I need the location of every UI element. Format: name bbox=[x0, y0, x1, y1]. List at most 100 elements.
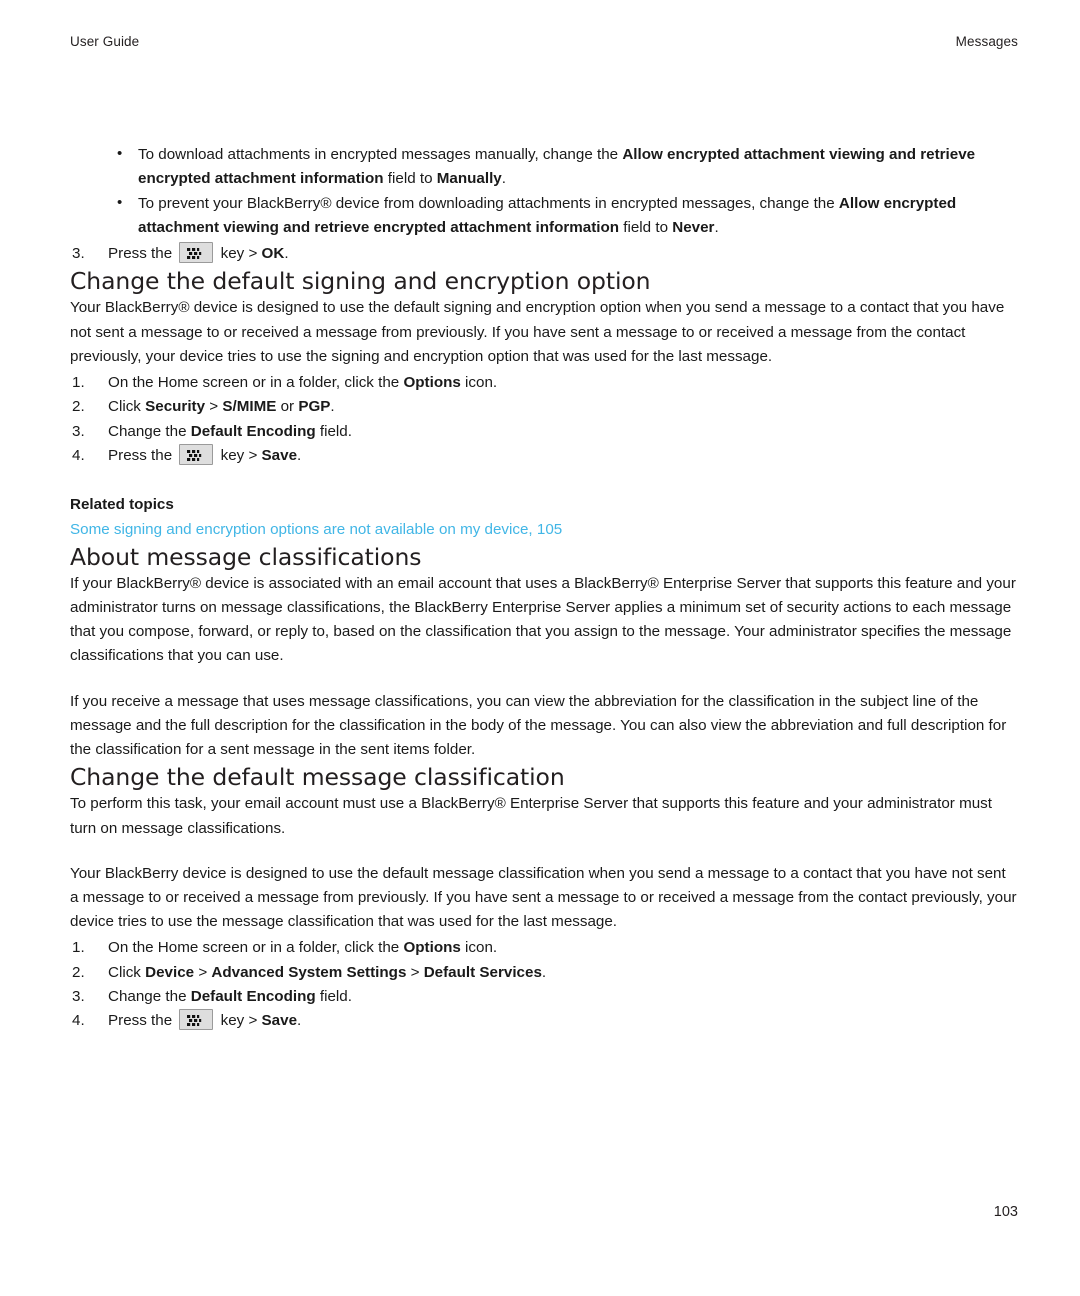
body-text: To prevent your BlackBerry® device from … bbox=[138, 194, 839, 212]
body-text: Change the bbox=[108, 987, 191, 1005]
step-item: 2. Click Device > Advanced System Setting… bbox=[70, 961, 1018, 985]
blackberry-menu-key-icon bbox=[179, 1009, 214, 1031]
step-number: 3. bbox=[72, 245, 85, 263]
emphasis-text: Security bbox=[145, 398, 206, 416]
step-number: 3. bbox=[72, 987, 85, 1005]
step-item: 3. Change the Default Encoding field. bbox=[70, 985, 1018, 1009]
emphasis-text: Default Services bbox=[423, 963, 542, 981]
body-paragraph: Your BlackBerry device is designed to us… bbox=[70, 862, 1018, 935]
body-text: Click bbox=[108, 963, 146, 981]
body-text: To download attachments in encrypted mes… bbox=[138, 146, 623, 163]
bullet-dot-icon: • bbox=[117, 145, 123, 162]
body-text: or bbox=[276, 398, 299, 416]
step-number: 2. bbox=[72, 398, 85, 416]
running-header-left: User Guide bbox=[70, 34, 140, 49]
body-text: Press the bbox=[108, 1012, 177, 1030]
top-bullet-block: • To download attachments in encrypted me… bbox=[111, 143, 1018, 240]
emphasis-text: Default Encoding bbox=[190, 422, 316, 440]
section-heading: About message classifications bbox=[70, 542, 422, 571]
body-text: If your BlackBerry® device is associated… bbox=[70, 574, 1016, 665]
body-text: icon. bbox=[460, 939, 498, 957]
body-paragraph: To perform this task, your email account… bbox=[70, 792, 1018, 840]
step-item: 1. On the Home screen or in a folder, cli… bbox=[70, 936, 1018, 960]
related-topics-label: Related topics bbox=[70, 496, 174, 514]
body-text: Click bbox=[108, 398, 146, 416]
body-text: key > bbox=[216, 245, 262, 263]
step-number: 1. bbox=[72, 939, 85, 957]
body-text: . bbox=[297, 1012, 302, 1030]
body-text: Your BlackBerry® device is designed to u… bbox=[70, 299, 1005, 365]
emphasis-text: PGP bbox=[298, 398, 331, 416]
page-number: 103 bbox=[993, 1204, 1018, 1220]
emphasis-text: Manually bbox=[436, 170, 502, 188]
step-number: 4. bbox=[72, 446, 85, 464]
list-item: • To prevent your BlackBerry® device from… bbox=[111, 192, 1018, 241]
step-list: 1. On the Home screen or in a folder, cli… bbox=[70, 936, 1018, 1033]
emphasis-text: Default Encoding bbox=[190, 987, 316, 1005]
body-text: . bbox=[541, 963, 547, 981]
step-list: 1. On the Home screen or in a folder, cli… bbox=[70, 371, 1018, 468]
emphasis-text: S/MIME bbox=[222, 398, 277, 416]
step-number: 2. bbox=[72, 963, 85, 981]
body-text: Press the bbox=[108, 446, 177, 464]
body-text: field. bbox=[315, 422, 352, 440]
blackberry-menu-key-icon bbox=[179, 443, 214, 465]
running-header-right: Messages bbox=[955, 34, 1018, 49]
step-item: 1. On the Home screen or in a folder, cli… bbox=[70, 371, 1018, 395]
body-text: > bbox=[205, 398, 223, 416]
encrypted-attachment-bullet-list: • To download attachments in encrypted me… bbox=[111, 143, 1018, 240]
body-text: . bbox=[501, 170, 506, 188]
body-text: field to bbox=[383, 170, 437, 188]
body-text: To perform this task, your email account… bbox=[70, 795, 992, 837]
running-header: User Guide Messages bbox=[70, 34, 1018, 49]
step-number: 3. bbox=[72, 422, 85, 440]
body-text: . bbox=[284, 245, 289, 263]
document-page: User Guide Messages • To download attachm… bbox=[0, 0, 1080, 1296]
step-item: 4. Press the key > Save. bbox=[70, 1009, 1018, 1033]
body-paragraph: Your BlackBerry® device is designed to u… bbox=[70, 296, 1018, 369]
body-text: key > bbox=[216, 1012, 262, 1030]
emphasis-text: Options bbox=[403, 939, 461, 957]
body-text: Your BlackBerry device is designed to us… bbox=[70, 864, 1017, 931]
body-text: Press the bbox=[108, 245, 177, 263]
related-topic-link[interactable]: Some signing and encryption options are … bbox=[70, 518, 1018, 542]
emphasis-text: Never bbox=[672, 218, 715, 236]
body-text: > bbox=[406, 963, 424, 981]
body-text: icon. bbox=[460, 374, 498, 392]
bullet-dot-icon: • bbox=[117, 193, 123, 211]
step-item: 2. Click Security > S/MIME or PGP. bbox=[70, 395, 1018, 419]
emphasis-text: Save bbox=[261, 1012, 298, 1030]
step-number: 1. bbox=[72, 374, 85, 392]
emphasis-text: Save bbox=[261, 446, 298, 464]
body-text: If you receive a message that uses messa… bbox=[70, 692, 1007, 759]
emphasis-text: Advanced System Settings bbox=[211, 963, 407, 981]
body-paragraph: If you receive a message that uses messa… bbox=[70, 690, 1018, 763]
body-paragraph: If your BlackBerry® device is associated… bbox=[70, 572, 1018, 669]
doc-section: Change the default message classificatio… bbox=[70, 762, 1018, 1033]
step-number: 4. bbox=[72, 1012, 85, 1030]
step-item: 4. Press the key > Save. bbox=[70, 443, 1018, 468]
body-text: On the Home screen or in a folder, click… bbox=[108, 374, 404, 392]
body-text: . bbox=[297, 446, 302, 464]
emphasis-text: Options bbox=[403, 374, 461, 392]
body-text: field to bbox=[619, 218, 673, 236]
section-heading: Change the default signing and encryptio… bbox=[70, 267, 651, 296]
page-content: • To download attachments in encrypted me… bbox=[70, 143, 1018, 1034]
emphasis-text: OK bbox=[261, 245, 285, 263]
blackberry-menu-key-icon bbox=[179, 242, 214, 264]
top-step-list: 3. Press the key > OK. bbox=[70, 242, 1018, 266]
doc-section: Change the default signing and encryptio… bbox=[70, 266, 1018, 541]
body-text: Change the bbox=[108, 422, 191, 440]
step-item: 3. Press the key > OK. bbox=[70, 242, 1018, 266]
body-text: . bbox=[330, 398, 335, 416]
emphasis-text: Device bbox=[145, 963, 195, 981]
body-text: field. bbox=[315, 987, 352, 1005]
body-text: > bbox=[194, 963, 212, 981]
step-item: 3. Change the Default Encoding field. bbox=[70, 420, 1018, 444]
section-heading: Change the default message classificatio… bbox=[70, 763, 565, 792]
sections-container: Change the default signing and encryptio… bbox=[70, 266, 1018, 1033]
doc-section: About message classifications If your Bla… bbox=[70, 542, 1018, 762]
body-text: . bbox=[714, 218, 719, 236]
list-item: • To download attachments in encrypted me… bbox=[111, 143, 1018, 192]
body-text: key > bbox=[216, 446, 262, 464]
